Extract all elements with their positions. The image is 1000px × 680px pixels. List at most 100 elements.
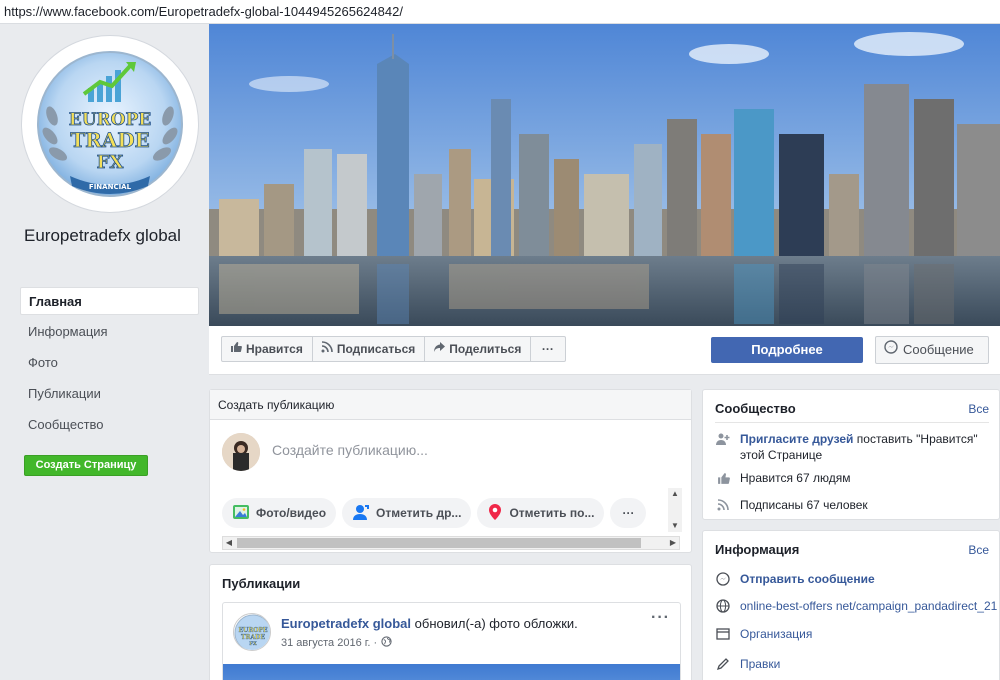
thumbs-up-icon — [715, 470, 731, 486]
post-card: EUROPE TRADE FX Europetradefx global обн… — [222, 602, 681, 680]
page-action-bar: Нравится Подписаться Поделиться ··· Подр… — [209, 326, 1000, 375]
create-post-input[interactable]: Создайте публикацию... — [272, 442, 428, 458]
more-dots-icon: ··· — [622, 506, 635, 520]
svg-text:FX: FX — [97, 152, 124, 173]
location-pin-icon — [487, 503, 503, 524]
info-card: Информация Все Отправить сообщение onlin… — [702, 530, 1000, 680]
send-message-link[interactable]: Отправить сообщение — [740, 571, 875, 587]
check-in-button[interactable]: Отметить по... — [477, 498, 605, 528]
post-options-button[interactable]: ··· — [651, 609, 670, 627]
website-row: online-best-offers net/campaign_pandadir… — [715, 598, 997, 614]
followers-count-text: Подписаны 67 человек — [740, 498, 868, 512]
edits-link[interactable]: Правки — [740, 656, 780, 672]
scroll-left-arrow-icon[interactable]: ◀ — [223, 537, 235, 549]
like-label: Нравится — [246, 342, 303, 356]
vertical-scrollbar[interactable]: ▲ ▼ — [668, 488, 682, 532]
scroll-up-arrow-icon[interactable]: ▲ — [668, 488, 682, 500]
send-message-row[interactable]: Отправить сообщение — [715, 571, 875, 587]
info-title: Информация — [715, 542, 800, 557]
scrollbar-thumb[interactable] — [237, 538, 641, 548]
create-post-card: Создать публикацию Создайте публикацию..… — [209, 389, 692, 553]
likes-count-text: Нравится 67 людям — [740, 471, 851, 485]
post-author-avatar[interactable]: EUROPE TRADE FX — [233, 613, 271, 651]
more-dots-icon: ··· — [541, 342, 554, 356]
category-row: Организация — [715, 626, 812, 642]
scroll-right-arrow-icon[interactable]: ▶ — [667, 537, 679, 549]
horizontal-scrollbar[interactable]: ◀ ▶ — [222, 536, 680, 550]
svg-text:FX: FX — [249, 641, 257, 647]
nav-item-info[interactable]: Информация — [20, 318, 199, 346]
post-meta: 31 августа 2016 г. · — [281, 636, 392, 650]
post-headline: Europetradefx global обновил(-а) фото об… — [281, 616, 578, 631]
rss-icon — [321, 337, 333, 361]
create-post-title: Создать публикацию — [210, 390, 691, 420]
like-button[interactable]: Нравится — [222, 337, 313, 361]
photo-icon — [232, 503, 250, 524]
messenger-icon — [715, 571, 731, 587]
url-text: https://www.facebook.com/Europetradefx-g… — [4, 4, 403, 19]
page-title[interactable]: Europetradefx global — [24, 224, 194, 247]
category-link[interactable]: Организация — [740, 626, 812, 642]
tag-friends-button[interactable]: Отметить др... — [342, 498, 472, 528]
share-arrow-icon — [433, 337, 446, 361]
invite-friends-text: Пригласите друзей поставить "Нравится" э… — [740, 431, 985, 463]
svg-text:TRADE: TRADE — [241, 634, 265, 641]
svg-text:FINANCIAL: FINANCIAL — [89, 183, 132, 191]
share-label: Поделиться — [449, 342, 522, 356]
thumbs-up-icon — [230, 337, 242, 361]
composer-more-button[interactable]: ··· — [610, 498, 647, 528]
divider — [715, 422, 989, 423]
likes-row: Нравится 67 людям — [715, 470, 850, 486]
category-icon — [715, 626, 731, 642]
community-title: Сообщество — [715, 401, 796, 416]
composer-actions: Фото/видео Отметить др... Отметить по...… — [222, 498, 647, 528]
nav-item-community[interactable]: Сообщество — [20, 411, 199, 439]
invite-friends-link[interactable]: Пригласите друзей — [740, 432, 853, 446]
tag-friends-icon — [352, 503, 370, 524]
address-bar[interactable]: https://www.facebook.com/Europetradefx-g… — [0, 0, 1000, 24]
nav-item-home[interactable]: Главная — [20, 287, 199, 315]
create-page-button[interactable]: Создать Страницу — [24, 455, 148, 476]
message-label: Сообщение — [903, 342, 974, 357]
rss-icon — [715, 497, 731, 513]
action-button-group: Нравится Подписаться Поделиться ··· — [221, 336, 567, 362]
invite-friends-icon — [715, 431, 731, 447]
invite-friends-row: Пригласите друзей поставить "Нравится" э… — [715, 431, 985, 463]
learn-more-button[interactable]: Подробнее — [711, 337, 863, 363]
subscribe-button[interactable]: Подписаться — [313, 337, 426, 361]
community-see-all-link[interactable]: Все — [968, 402, 989, 416]
logo-image: EUROPE TRADE FX FINANCIAL — [28, 42, 192, 206]
send-message-button[interactable]: Сообщение — [875, 336, 989, 364]
post-author-link[interactable]: Europetradefx global — [281, 616, 411, 631]
posts-title: Публикации — [222, 576, 301, 591]
nav-item-posts[interactable]: Публикации — [20, 380, 199, 408]
post-action-text: обновил(-а) фото обложки. — [411, 616, 578, 631]
scroll-down-arrow-icon[interactable]: ▼ — [668, 520, 682, 532]
subscribe-label: Подписаться — [336, 342, 416, 356]
photo-video-button[interactable]: Фото/видео — [222, 498, 337, 528]
svg-text:TRADE: TRADE — [70, 128, 150, 152]
community-card: Сообщество Все Пригласите друзей постави… — [702, 389, 1000, 520]
nav-item-photos[interactable]: Фото — [20, 349, 199, 377]
share-button[interactable]: Поделиться — [425, 337, 532, 361]
post-date[interactable]: 31 августа 2016 г. · — [281, 637, 377, 649]
check-in-label: Отметить по... — [509, 506, 595, 520]
svg-text:EUROPE: EUROPE — [69, 110, 152, 130]
city-skyline-image — [209, 24, 1000, 326]
tag-friends-label: Отметить др... — [376, 506, 462, 520]
page-avatar[interactable]: EUROPE TRADE FX FINANCIAL — [22, 36, 198, 212]
more-options-button[interactable]: ··· — [531, 337, 565, 361]
cover-photo[interactable] — [209, 24, 1000, 326]
messenger-icon — [884, 337, 898, 363]
user-avatar[interactable] — [222, 433, 260, 471]
followers-row: Подписаны 67 человек — [715, 497, 868, 513]
svg-text:EUROPE: EUROPE — [238, 627, 268, 634]
pencil-icon — [715, 656, 731, 672]
info-see-all-link[interactable]: Все — [968, 543, 989, 557]
globe-icon — [715, 598, 731, 614]
globe-icon — [381, 636, 392, 650]
website-link[interactable]: online-best-offers net/campaign_pandadir… — [740, 598, 997, 614]
left-column: EUROPE TRADE FX FINANCIAL Europetradefx … — [0, 24, 208, 680]
post-cover-image[interactable] — [223, 664, 680, 680]
posts-section: Публикации EUROPE TRADE FX Europetradefx… — [209, 564, 692, 680]
